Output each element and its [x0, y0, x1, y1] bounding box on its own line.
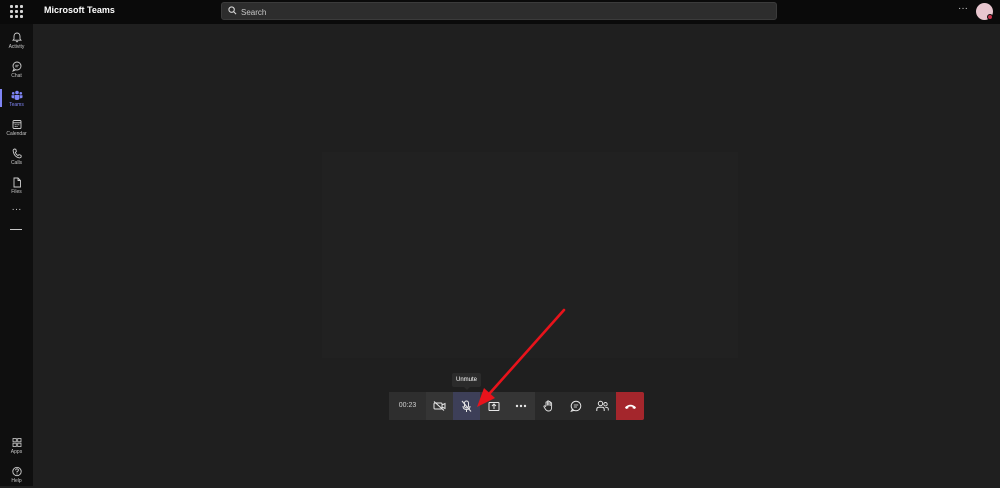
chat-button[interactable] — [562, 392, 589, 420]
rail-item-help[interactable]: Help — [0, 462, 33, 488]
bell-icon — [11, 32, 22, 43]
rail-item-label: Files — [11, 189, 22, 195]
rail-item-files[interactable]: Files — [0, 173, 33, 199]
rail-item-calendar[interactable]: Calendar — [0, 115, 33, 141]
more-apps-icon[interactable]: ··· — [0, 205, 33, 217]
top-bar: Microsoft Teams ··· — [0, 0, 1000, 24]
rail-divider — [10, 229, 22, 230]
rail-item-label: Help — [11, 478, 22, 484]
unmute-tooltip: Unmute — [452, 373, 481, 390]
raise-hand-button[interactable] — [535, 392, 562, 420]
chat-icon — [569, 400, 581, 412]
call-timer: 00:23 — [389, 392, 426, 420]
camera-off-icon — [433, 401, 446, 411]
share-screen-icon — [488, 401, 499, 411]
rail-item-label: Apps — [10, 449, 23, 455]
rail-item-label: Chat — [11, 73, 22, 79]
status-badge — [987, 14, 993, 20]
search-box[interactable] — [221, 2, 777, 21]
teams-icon — [11, 90, 22, 100]
camera-toggle-button[interactable] — [426, 392, 453, 420]
video-stage — [322, 152, 738, 358]
rail-item-label: Calendar — [6, 131, 27, 137]
rail-item-label: Activity — [8, 44, 25, 50]
app-rail: Activity Chat Teams Calendar Calls Files… — [0, 24, 33, 486]
more-actions-button[interactable] — [507, 392, 535, 420]
chat-icon — [11, 61, 21, 72]
more-horizontal-icon — [515, 404, 527, 408]
mic-toggle-button[interactable] — [453, 392, 480, 420]
hand-icon — [543, 400, 553, 412]
share-screen-button[interactable] — [480, 392, 507, 420]
phone-icon — [12, 148, 22, 159]
participants-button[interactable] — [589, 392, 616, 420]
app-launcher-icon[interactable] — [6, 2, 26, 22]
rail-item-activity[interactable]: Activity — [0, 28, 33, 54]
people-icon — [596, 400, 609, 411]
avatar[interactable] — [976, 3, 993, 20]
leave-call-button[interactable] — [616, 392, 644, 420]
mic-off-icon — [461, 400, 472, 412]
rail-item-teams[interactable]: Teams — [0, 86, 33, 112]
rail-item-chat[interactable]: Chat — [0, 57, 33, 83]
file-icon — [13, 177, 21, 188]
help-icon — [11, 466, 22, 477]
rail-item-label: Calls — [10, 160, 23, 166]
search-icon — [228, 6, 237, 15]
calendar-icon — [12, 120, 21, 129]
search-input[interactable] — [239, 3, 763, 21]
rail-item-calls[interactable]: Calls — [0, 144, 33, 170]
call-control-bar: 00:23 — [389, 392, 644, 420]
more-options-icon[interactable]: ··· — [955, 4, 971, 18]
rail-item-label: Teams — [9, 102, 24, 108]
app-title: Microsoft Teams — [44, 5, 115, 15]
apps-icon — [12, 438, 21, 447]
rail-item-apps[interactable]: Apps — [0, 433, 33, 459]
hang-up-icon — [624, 404, 636, 409]
